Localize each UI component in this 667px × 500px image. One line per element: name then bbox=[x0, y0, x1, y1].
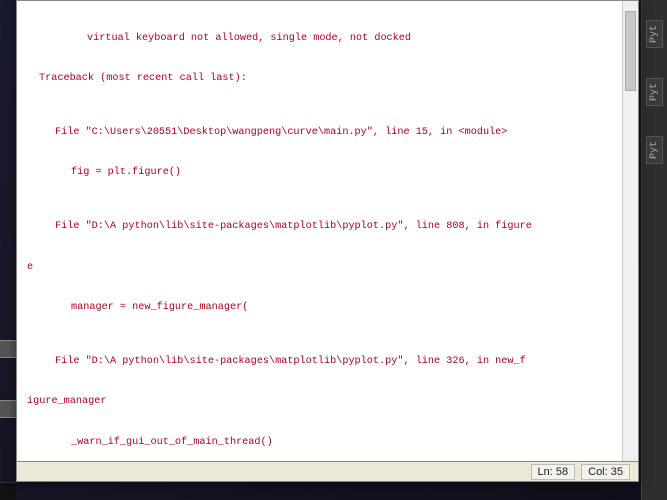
side-tab[interactable]: Pyt bbox=[646, 78, 663, 106]
frame-location-wrap: igure_manager bbox=[27, 395, 632, 408]
frame-location: File "D:\A python\lib\site-packages\matp… bbox=[27, 220, 632, 233]
scroll-thumb[interactable] bbox=[625, 11, 636, 91]
console-output[interactable]: virtual keyboard not allowed, single mod… bbox=[17, 1, 638, 461]
log-line: virtual keyboard not allowed, single mod… bbox=[27, 32, 632, 45]
status-column-number: Col: 35 bbox=[581, 464, 630, 480]
side-tab[interactable]: Pyt bbox=[646, 136, 663, 164]
taskbar-fragment bbox=[0, 482, 16, 500]
vertical-scrollbar[interactable] bbox=[622, 1, 638, 461]
status-line-number: Ln: 58 bbox=[531, 464, 576, 480]
frame-code: fig = plt.figure() bbox=[27, 166, 632, 179]
frame-code: _warn_if_gui_out_of_main_thread() bbox=[27, 436, 632, 449]
editor-window: virtual keyboard not allowed, single mod… bbox=[16, 0, 639, 482]
frame-location: File "C:\Users\20551\Desktop\wangpeng\cu… bbox=[27, 126, 632, 139]
ide-side-strip: Pyt Pyt Pyt bbox=[641, 0, 667, 500]
side-tab[interactable]: Pyt bbox=[646, 20, 663, 48]
status-bar: Ln: 58 Col: 35 bbox=[17, 461, 638, 481]
frame-location-wrap: e bbox=[27, 261, 632, 274]
traceback-header: Traceback (most recent call last): bbox=[27, 72, 632, 85]
frame-code: manager = new_figure_manager( bbox=[27, 301, 632, 314]
frame-location: File "D:\A python\lib\site-packages\matp… bbox=[27, 355, 632, 368]
